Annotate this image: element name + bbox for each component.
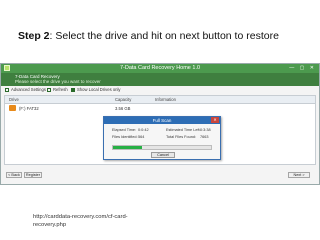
scan-progress-fill	[113, 146, 143, 149]
cancel-button[interactable]: Cancel	[151, 152, 175, 158]
scan-progress-bar	[112, 145, 212, 150]
close-icon[interactable]: ✕	[211, 117, 219, 123]
drive-capacity: 3.56 GB	[115, 106, 131, 111]
local-drives-label: Show Local Drives only	[77, 87, 121, 92]
step-text: : Select the drive and hit on next butto…	[49, 30, 279, 42]
title-bar: 7-Data Card Recovery Home 1.0 — ▢ ✕	[1, 64, 319, 73]
estimated-value: 0:3:38	[200, 128, 211, 132]
drive-name: (F:) FAT32	[19, 106, 39, 111]
files-identified-label: Files Identified:	[112, 135, 138, 139]
refresh-button[interactable]: Refresh	[47, 87, 68, 92]
next-button[interactable]: Next >	[288, 172, 310, 178]
advanced-settings-button[interactable]: Advanced Settings	[5, 87, 46, 92]
estimated-label: Estimated Time Left:	[166, 128, 201, 132]
full-scan-dialog: Full Scan ✕ Elapsed Time: 0:0:42 Estimat…	[103, 116, 221, 160]
drive-row[interactable]: (F:) FAT32 3.56 GB	[5, 104, 315, 112]
app-window: 7-Data Card Recovery Home 1.0 — ▢ ✕ 7-Da…	[0, 63, 320, 185]
column-capacity[interactable]: Capacity	[115, 97, 131, 102]
header-band: 7-Data Card Recovery Please select the d…	[1, 73, 319, 86]
total-files-value: 7663	[200, 135, 209, 139]
dialog-title: Full Scan	[104, 117, 220, 124]
footer-bar: < Back Register Next >	[4, 168, 316, 182]
column-drive[interactable]: Drive	[9, 97, 19, 102]
local-drives-checkbox[interactable]: Show Local Drives only	[71, 87, 121, 92]
settings-icon	[5, 87, 9, 92]
elapsed-value: 0:0:42	[138, 128, 149, 132]
drive-list-header: Drive Capacity Information	[5, 96, 315, 104]
checkbox-icon	[71, 87, 75, 92]
register-button[interactable]: Register	[24, 172, 42, 178]
back-button[interactable]: < Back	[6, 172, 22, 178]
window-title: 7-Data Card Recovery Home 1.0	[119, 65, 201, 71]
elapsed-label: Elapsed Time:	[112, 128, 137, 132]
advanced-settings-label: Advanced Settings	[11, 87, 46, 92]
window-controls[interactable]: — ▢ ✕	[289, 65, 316, 71]
files-identified-value: 564	[138, 135, 145, 139]
drive-icon	[9, 105, 16, 111]
slide-title: Step 2: Select the drive and hit on next…	[18, 30, 279, 42]
column-information[interactable]: Information	[155, 97, 176, 102]
url-line-2[interactable]: recovery.php	[33, 222, 128, 230]
step-label: Step 2	[18, 30, 50, 42]
url-line-1[interactable]: http://carddata-recovery.com/cf-card-	[33, 214, 128, 222]
source-url[interactable]: http://carddata-recovery.com/cf-card- re…	[33, 214, 128, 230]
refresh-icon	[47, 87, 51, 92]
instruction-text: Please select the drive you want to reco…	[15, 79, 101, 84]
total-files-label: Total Files Found:	[166, 135, 196, 139]
refresh-label: Refresh	[53, 87, 68, 92]
